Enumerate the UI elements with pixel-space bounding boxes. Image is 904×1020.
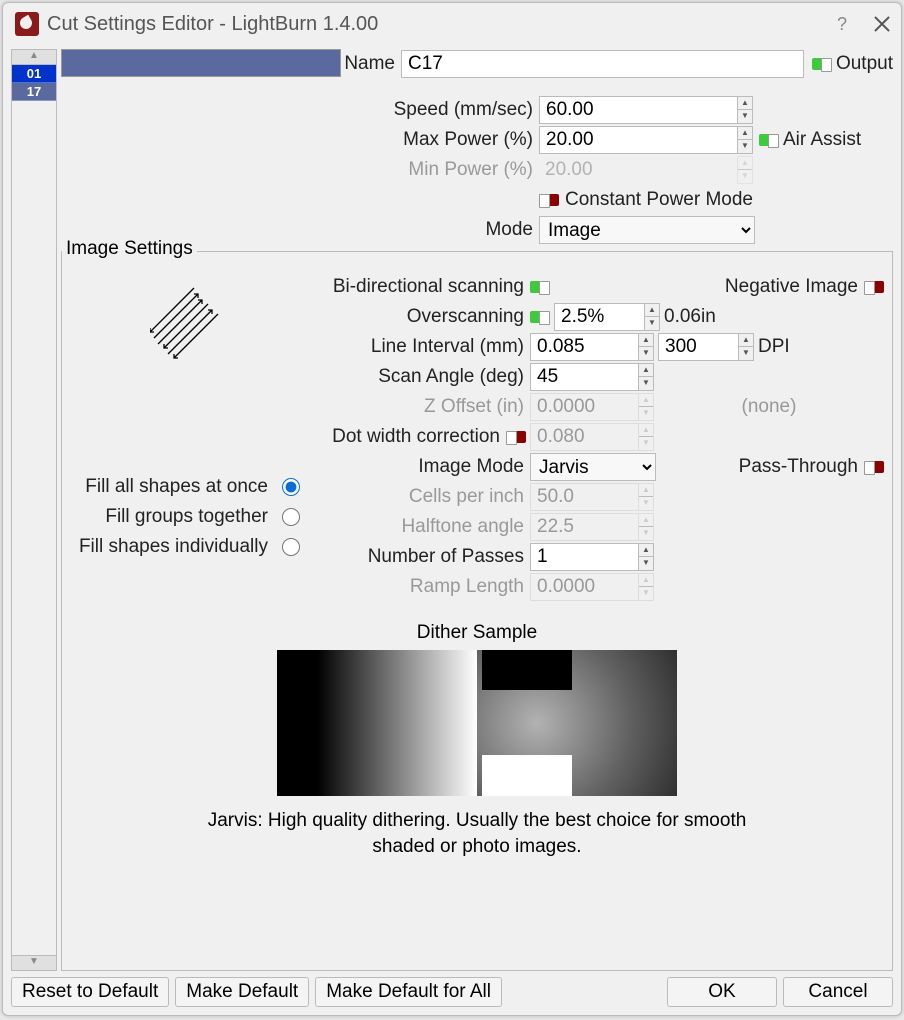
zoffset-spinbox: ▲▼: [530, 393, 654, 421]
constantpower-toggle[interactable]: [539, 194, 559, 206]
cellsperinch-label: Cells per inch: [310, 486, 530, 508]
window-title: Cut Settings Editor - LightBurn 1.4.00: [47, 13, 837, 36]
image-settings-group: Image Settings: [61, 251, 893, 971]
constantpower-label: Constant Power Mode: [565, 189, 753, 211]
scanangle-spinbox[interactable]: ▲▼: [530, 363, 654, 391]
dither-caption: Jarvis: High quality dithering. Usually …: [70, 808, 884, 859]
dotwidth-toggle[interactable]: [506, 431, 526, 443]
ok-button[interactable]: OK: [667, 977, 777, 1007]
passthrough-label: Pass-Through: [739, 456, 864, 478]
airassist-label: Air Assist: [783, 129, 861, 151]
scroll-up-icon[interactable]: ▲: [11, 49, 57, 65]
fill-indiv-radio[interactable]: [282, 538, 300, 556]
passes-spinbox[interactable]: ▲▼: [530, 543, 654, 571]
footer: Reset to Default Make Default Make Defau…: [3, 973, 901, 1015]
layer-list: ▲ 0117 ▼: [11, 49, 57, 971]
name-label: Name: [341, 53, 401, 75]
output-label: Output: [836, 53, 893, 75]
spin-up-icon: ▲: [738, 97, 752, 110]
zoffset-label: Z Offset (in): [310, 396, 530, 418]
cellsperinch-spinbox: ▲▼: [530, 483, 654, 511]
dotwidth-spinbox: ▲▼: [530, 423, 654, 451]
speed-spinbox[interactable]: ▲▼: [539, 96, 753, 124]
zoffset-none: (none): [654, 396, 884, 418]
negimg-toggle[interactable]: [864, 281, 884, 293]
scan-angle-icon: [150, 282, 230, 362]
minpower-spinbox: ▲▼: [539, 156, 753, 184]
group-legend: Image Settings: [62, 238, 197, 260]
make-default-button[interactable]: Make Default: [175, 977, 309, 1007]
halftone-spinbox: ▲▼: [530, 513, 654, 541]
bidir-toggle[interactable]: [530, 281, 550, 293]
reset-default-button[interactable]: Reset to Default: [11, 977, 169, 1007]
imgmode-dropdown[interactable]: Jarvis: [530, 453, 656, 481]
dotwidth-label: Dot width correction: [310, 426, 506, 448]
imgmode-label: Image Mode: [310, 456, 530, 478]
titlebar: Cut Settings Editor - LightBurn 1.4.00 ?: [3, 3, 901, 45]
fill-all-radio[interactable]: [282, 478, 300, 496]
scanangle-label: Scan Angle (deg): [310, 366, 530, 388]
bidir-label: Bi-directional scanning: [310, 276, 530, 298]
overscan-spinbox[interactable]: ▲▼: [554, 303, 660, 331]
lineint-label: Line Interval (mm): [310, 336, 530, 358]
layer-item[interactable]: 01: [12, 65, 56, 83]
negimg-label: Negative Image: [725, 276, 864, 298]
output-toggle[interactable]: [812, 58, 832, 70]
cancel-button[interactable]: Cancel: [783, 977, 893, 1007]
mode-dropdown[interactable]: Image: [539, 216, 755, 244]
layer-item[interactable]: 17: [12, 83, 56, 101]
name-input[interactable]: [401, 50, 804, 78]
layer-color-bar[interactable]: [61, 49, 341, 77]
speed-label: Speed (mm/sec): [61, 99, 539, 121]
scroll-down-icon[interactable]: ▼: [11, 955, 57, 971]
maxpower-spinbox[interactable]: ▲▼: [539, 126, 753, 154]
minpower-label: Min Power (%): [61, 159, 539, 181]
overscan-label: Overscanning: [310, 306, 530, 328]
close-icon[interactable]: [875, 17, 889, 31]
airassist-toggle[interactable]: [759, 134, 779, 146]
ramp-label: Ramp Length: [310, 576, 530, 598]
lineint-spinbox[interactable]: ▲▼: [530, 333, 654, 361]
ramp-spinbox: ▲▼: [530, 573, 654, 601]
dpi-spinbox[interactable]: ▲▼: [658, 333, 754, 361]
window: Cut Settings Editor - LightBurn 1.4.00 ?…: [2, 2, 902, 1016]
passthrough-toggle[interactable]: [864, 461, 884, 473]
overscan-dist: 0.06in: [664, 306, 716, 328]
fill-groups-radio[interactable]: [282, 508, 300, 526]
app-icon: [15, 12, 39, 36]
maxpower-label: Max Power (%): [61, 129, 539, 151]
dpi-label: DPI: [758, 336, 790, 358]
dither-sample-image: [277, 650, 677, 796]
overscan-toggle[interactable]: [530, 311, 550, 323]
fill-groups-label: Fill groups together: [105, 506, 274, 528]
spin-down-icon: ▼: [738, 110, 752, 123]
make-default-all-button[interactable]: Make Default for All: [315, 977, 502, 1007]
halftone-label: Halftone angle: [310, 516, 530, 538]
help-icon[interactable]: ?: [837, 14, 847, 35]
fill-all-label: Fill all shapes at once: [85, 476, 274, 498]
fill-indiv-label: Fill shapes individually: [79, 536, 274, 558]
passes-label: Number of Passes: [310, 546, 530, 568]
dither-title: Dither Sample: [70, 622, 884, 644]
